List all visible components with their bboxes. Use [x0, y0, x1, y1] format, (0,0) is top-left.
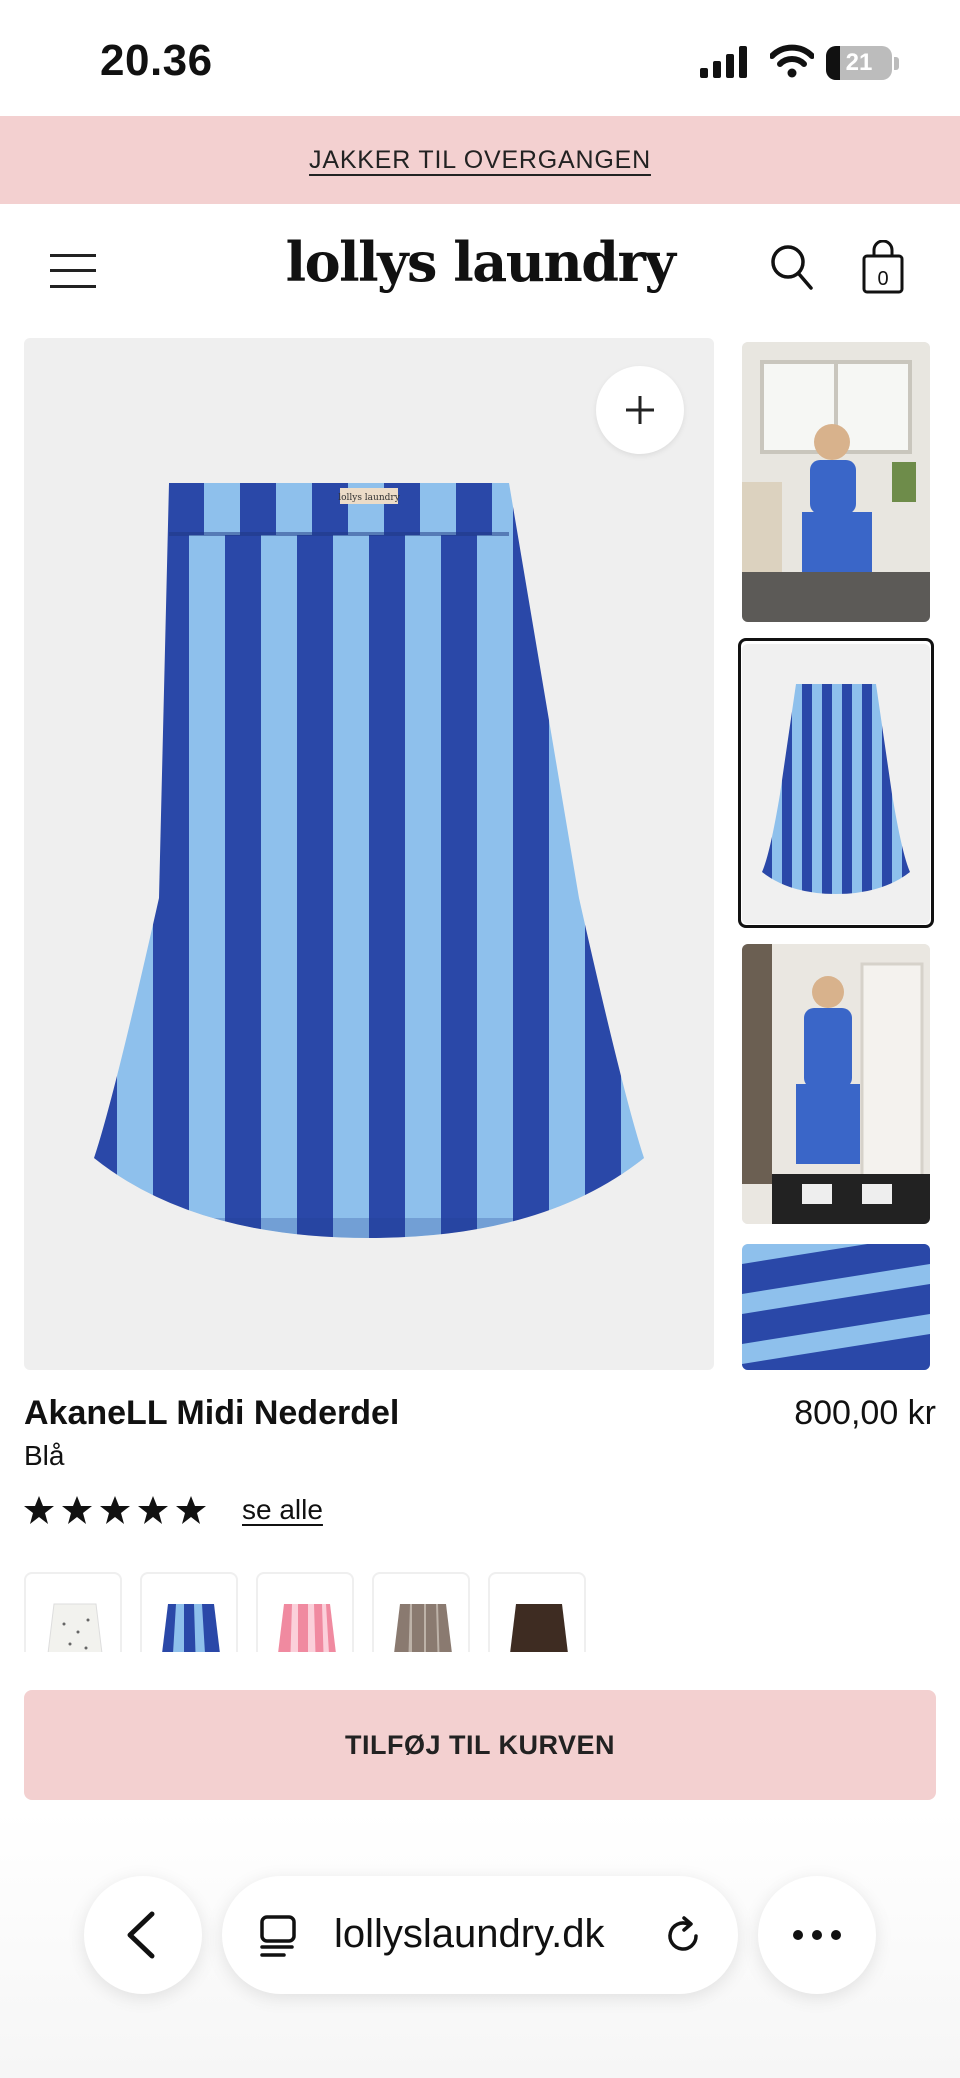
swatch-brown-stripe[interactable] — [372, 1572, 470, 1652]
zoom-button[interactable] — [596, 366, 684, 454]
thumbnail-lifestyle-standing[interactable] — [742, 944, 930, 1224]
swatch-pink-stripe[interactable] — [256, 1572, 354, 1652]
status-time: 20.36 — [100, 36, 213, 85]
more-button[interactable] — [758, 1876, 876, 1994]
star-icon — [138, 1496, 168, 1524]
battery-tip — [894, 57, 899, 70]
swatch-white-dots[interactable] — [24, 1572, 122, 1652]
site-logo[interactable]: lollys laundry — [230, 230, 730, 294]
star-icon — [176, 1496, 206, 1524]
swatch-dark-brown[interactable] — [488, 1572, 586, 1652]
cart-count: 0 — [877, 268, 889, 290]
see-all-reviews-link[interactable]: se alle — [242, 1494, 323, 1526]
wifi-icon — [770, 44, 814, 78]
thumbnail-fabric-detail[interactable] — [742, 1244, 930, 1370]
star-icon — [62, 1496, 92, 1524]
star-icon — [100, 1496, 130, 1524]
star-icon — [24, 1496, 54, 1524]
signal-icon — [700, 46, 747, 78]
skirt-label: lollys laundry — [338, 493, 401, 503]
back-button[interactable] — [84, 1876, 202, 1994]
battery-level: 21 — [845, 49, 873, 76]
main-product-image[interactable]: lollys laundry — [24, 338, 714, 1370]
url-text[interactable]: lollyslaundry.dk — [334, 1912, 605, 1957]
thumbnail-lifestyle-sitting[interactable] — [742, 342, 930, 622]
product-color: Blå — [24, 1440, 65, 1471]
menu-icon[interactable] — [50, 254, 96, 288]
promo-link[interactable]: JAKKER TIL OVERGANGEN — [309, 146, 651, 175]
tab-overview-icon[interactable] — [258, 1914, 300, 1958]
chevron-left-icon — [127, 1911, 155, 1959]
search-icon[interactable] — [770, 244, 814, 292]
product-name: AkaneLL Midi Nederdel — [24, 1394, 400, 1432]
battery-icon: 21 — [826, 46, 892, 80]
ellipsis-icon — [793, 1930, 841, 1940]
thumbnail-active-border — [738, 638, 934, 928]
color-swatches — [24, 1572, 960, 1652]
add-to-cart-button[interactable]: TILFØJ TIL KURVEN — [24, 1690, 936, 1800]
promo-banner: JAKKER TIL OVERGANGEN — [0, 116, 960, 204]
rating-stars[interactable] — [24, 1494, 214, 1533]
plus-icon — [626, 396, 654, 424]
reload-icon[interactable] — [662, 1914, 706, 1958]
swatch-blue-stripe[interactable] — [140, 1572, 238, 1652]
product-price: 800,00 kr — [794, 1394, 936, 1432]
